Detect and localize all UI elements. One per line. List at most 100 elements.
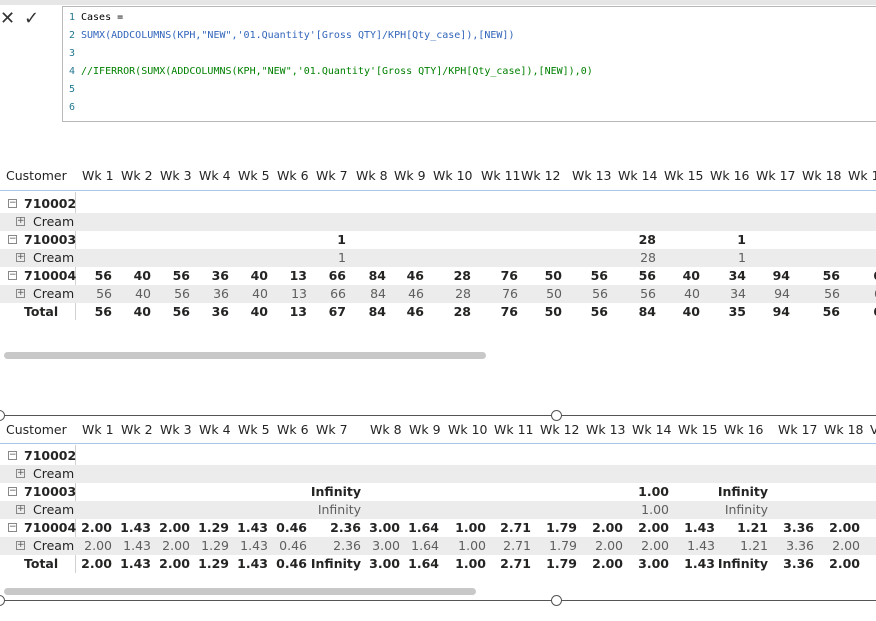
header-customer[interactable]: Customer [6,422,67,437]
header-week[interactable]: Wk 10 [448,422,487,437]
header-week[interactable]: Wk 2 [121,422,153,437]
header-week[interactable]: Wk 14 [632,422,671,437]
header-week[interactable]: Wk 10 [433,168,472,183]
cell-value: 2.00 [81,556,112,571]
header-week[interactable]: Wk 12 [521,168,560,183]
header-week[interactable]: Wk 8 [356,168,388,183]
header-week[interactable]: Wk 5 [238,168,270,183]
row-label: Cream [33,250,75,265]
header-underline [0,443,876,444]
cell-value: 2.00 [162,538,190,553]
cell-value: 2.00 [592,556,623,571]
header-week[interactable]: Wk 1 [82,422,114,437]
cell-value: 3.36 [783,520,814,535]
line-number: 3 [68,48,75,59]
header-week[interactable]: Wk 16 [710,168,749,183]
matrix-visual-cases: Customer Wk 1 Wk 2 Wk 3 Wk 4 Wk 5 Wk 6 Wk 7 Wk 8… [0,166,876,366]
row-label: Cream [33,502,75,517]
collapse-icon[interactable]: − [8,271,17,280]
cell-value: Infinity [317,502,361,517]
cell-value: 1 [337,232,346,247]
collapse-icon[interactable]: − [8,451,17,460]
header-week[interactable]: V [870,422,876,437]
cell-value: 40 [250,304,268,319]
header-week[interactable]: Wk 14 [618,168,657,183]
x-icon[interactable]: ✕ [0,9,15,29]
header-week[interactable]: Wk 3 [160,168,192,183]
cell-value: 13 [289,304,307,319]
header-week[interactable]: Wk 18 [824,422,863,437]
collapse-icon[interactable]: − [8,523,17,532]
cell-value: 76 [500,268,518,283]
header-week[interactable]: Wk 7 [316,168,348,183]
header-week[interactable]: Wk 6 [277,168,309,183]
column-headers: Customer Wk 1 Wk 2 Wk 3 Wk 4 Wk 5 Wk 6 Wk 7 Wk 8… [0,168,876,188]
cell-value: 1.29 [198,556,229,571]
expand-icon[interactable]: + [16,217,25,226]
expand-icon[interactable]: + [16,253,25,262]
header-week[interactable]: Wk 12 [540,422,579,437]
row-label: 710004 [24,268,77,283]
header-week[interactable]: Wk 11 [481,168,520,183]
header-week[interactable]: Wk 16 [724,422,763,437]
formula-editor[interactable]: 1 Cases = 2 SUMX(ADDCOLUMNS(KPH,"NEW",'0… [62,6,876,122]
header-week[interactable]: Wk 15 [664,168,703,183]
header-week[interactable]: Wk 17 [756,168,795,183]
header-week[interactable]: Wk 7 [316,422,348,437]
cell-value: 84 [368,304,386,319]
cell-value: 50 [544,268,562,283]
total-row: Total 2.00 1.43 2.00 1.29 1.43 0.46 Infinity 3.0… [0,555,876,573]
header-week[interactable]: Wk 4 [199,422,231,437]
horizontal-scrollbar[interactable] [4,352,486,359]
cell-value: 3.00 [638,556,669,571]
cell-value: 1.43 [120,556,151,571]
resize-handle[interactable] [551,595,562,606]
header-week[interactable]: Wk 9 [409,422,441,437]
header-week[interactable]: Wk 1 [82,168,114,183]
expand-icon[interactable]: + [16,505,25,514]
header-week[interactable]: Wk 4 [199,168,231,183]
cell-value: 40 [684,286,700,301]
cell-value: 1 [737,232,746,247]
header-week[interactable]: Wk 5 [238,422,270,437]
column-headers: Customer Wk 1 Wk 2 Wk 3 Wk 4 Wk 5 Wk 6 Wk 7 Wk 8… [0,422,876,442]
header-week[interactable]: Wk 3 [160,422,192,437]
cell-value: 36 [211,304,229,319]
expand-icon[interactable]: + [16,469,25,478]
cell-value: 84 [638,304,656,319]
header-customer[interactable]: Customer [6,168,67,183]
header-week[interactable]: Wk 8 [370,422,402,437]
header-week[interactable]: Wk 18 [802,168,841,183]
cell-value: 56 [94,268,112,283]
cell-value: 56 [590,268,608,283]
cell-value: 40 [682,304,700,319]
collapse-icon[interactable]: − [8,199,17,208]
line-number: 5 [68,84,75,95]
header-week[interactable]: Wk 9 [394,168,426,183]
cell-value: 40 [250,268,268,283]
header-week[interactable]: Wk 11 [494,422,533,437]
header-week[interactable]: Wk 1 [848,168,876,183]
expand-icon[interactable]: + [16,289,25,298]
table-row: + Cream 1 28 1 [0,249,876,267]
header-week[interactable]: Wk 6 [277,422,309,437]
check-icon[interactable]: ✓ [24,9,39,29]
collapse-icon[interactable]: − [8,235,17,244]
cell-value: 1.64 [411,538,439,553]
row-label: Cream [33,466,75,481]
expand-icon[interactable]: + [16,541,25,550]
formula-line-2: SUMX(ADDCOLUMNS(KPH,"NEW",'01.Quantity'[… [81,30,515,41]
resize-handle[interactable] [0,595,5,606]
cell-value: 3.00 [372,538,400,553]
header-week[interactable]: Wk 17 [778,422,817,437]
cell-value: 46 [406,304,424,319]
header-week[interactable]: Wk 13 [572,168,611,183]
collapse-icon[interactable]: − [8,487,17,496]
horizontal-scrollbar[interactable] [4,588,476,595]
cell-value: 0.46 [279,538,307,553]
cell-value: 2.00 [638,520,669,535]
header-week[interactable]: Wk 2 [121,168,153,183]
header-week[interactable]: Wk 13 [586,422,625,437]
header-week[interactable]: Wk 15 [678,422,717,437]
cell-value: 1.43 [687,538,715,553]
